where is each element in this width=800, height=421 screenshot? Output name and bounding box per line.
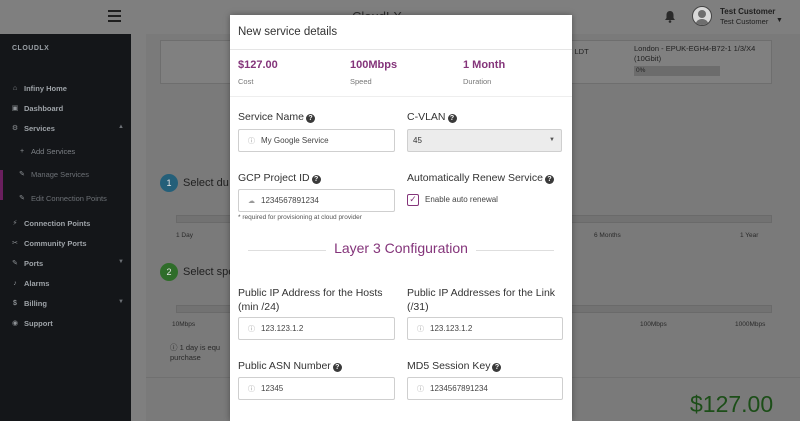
sidebar-item-edit-connection-points[interactable]: ✎ Edit Connection Points	[17, 191, 107, 205]
md5-key-input[interactable]: ⓘ 1234567891234	[407, 377, 563, 400]
cvlan-select[interactable]: 45 ▼	[407, 129, 562, 152]
sidebar-item-support[interactable]: ◉ Support	[10, 316, 53, 330]
speed-tick-mid: 100Mbps	[640, 321, 667, 328]
step-2-title: Select spe	[183, 266, 235, 278]
help-icon[interactable]: ?	[544, 175, 554, 184]
wrench-icon: ✎	[12, 260, 18, 267]
cost-value: $127.00	[238, 59, 278, 71]
public-asn-label: Public ASN Number?	[238, 359, 342, 373]
sidebar-item-infiny-home[interactable]: ⌂ Infiny Home	[10, 81, 67, 95]
speed-tick-min: 10Mbps	[172, 321, 196, 328]
sidebar-item-add-services[interactable]: + Add Services	[17, 144, 75, 158]
speed-label: Speed	[350, 77, 372, 86]
auto-renew-checkbox-label[interactable]: Enable auto renewal	[425, 195, 498, 204]
help-icon[interactable]: ?	[447, 114, 457, 123]
service-name-label: Service Name?	[238, 110, 315, 124]
speed-tick-max: 1000Mbps	[735, 321, 766, 328]
gcp-project-label: GCP Project ID?	[238, 171, 321, 185]
user-menu-chevron-icon[interactable]: ▼	[776, 17, 783, 24]
public-ip-hosts-input[interactable]: ⓘ 123.123.1.2	[238, 317, 395, 340]
sidebar-item-ports[interactable]: ✎ Ports	[10, 256, 43, 270]
user-account[interactable]: Test Customer	[720, 17, 768, 26]
dashboard-icon: ▣	[11, 105, 19, 112]
wrench-icon: ✎	[19, 195, 25, 202]
info-icon: ⓘ	[248, 385, 255, 393]
sidebar-item-services[interactable]: ⚙ Services	[10, 121, 55, 135]
user-name[interactable]: Test Customer	[720, 7, 775, 16]
info-icon: ⓘ	[417, 385, 424, 393]
gcp-project-input[interactable]: ☁ 1234567891234	[238, 189, 395, 212]
tools-icon: ✂	[12, 240, 18, 247]
public-ip-link-label: Public IP Addresses for the Link (/31)	[407, 287, 556, 313]
globe-icon: ◉	[11, 320, 19, 327]
home-icon: ⌂	[12, 84, 18, 92]
sidebar-item-alarms[interactable]: ♪ Alarms	[10, 276, 49, 290]
sidebar-item-billing[interactable]: $ Billing	[10, 296, 47, 310]
cogs-icon: ⚙	[11, 125, 19, 132]
info-icon: ⓘ	[417, 325, 424, 333]
plus-icon: +	[19, 147, 25, 155]
stats-divider	[230, 96, 572, 97]
help-icon[interactable]: ?	[305, 114, 315, 123]
cloud-icon: ☁	[248, 197, 255, 205]
sidebar-active-indicator	[0, 170, 3, 200]
step-2-badge: 2	[160, 263, 178, 281]
auto-renew-label: Automatically Renew Service?	[407, 171, 554, 185]
gcp-project-help: * required for provisioning at cloud pro…	[238, 214, 362, 221]
help-icon[interactable]: ?	[492, 363, 502, 372]
sidebar-item-dashboard[interactable]: ▣ Dashboard	[10, 101, 64, 115]
sidebar-item-community-ports[interactable]: ✂ Community Ports	[10, 236, 86, 250]
wrench-icon: ✎	[19, 171, 25, 178]
chevron-down-icon: ▼	[549, 137, 555, 143]
service-name-input[interactable]: ⓘ My Google Service	[238, 129, 395, 152]
duration-tick-max: 1 Year	[740, 232, 759, 239]
step-1-title: Select du	[183, 177, 229, 189]
duration-value: 1 Month	[463, 59, 506, 71]
layer3-section-title: Layer 3 Configuration	[334, 240, 468, 256]
speed-value: 100Mbps	[350, 59, 398, 71]
new-service-modal: New service details $127.00 Cost 100Mbps…	[230, 15, 572, 421]
sidebar-item-manage-services[interactable]: ✎ Manage Services	[17, 167, 89, 181]
help-icon[interactable]: ?	[332, 363, 342, 372]
cvlan-label: C-VLAN?	[407, 110, 457, 124]
services-chevron-up-icon[interactable]: ▲	[118, 124, 124, 130]
duration-label: Duration	[463, 77, 492, 86]
public-ip-link-input[interactable]: ⓘ 123.123.1.2	[407, 317, 563, 340]
info-icon: ⓘ	[248, 137, 255, 145]
usage-progress-bar: 0%	[634, 66, 720, 76]
dollar-icon: $	[13, 299, 17, 307]
section-divider-right	[476, 250, 554, 251]
ports-chevron-down-icon[interactable]: ▼	[118, 259, 124, 265]
duration-note: ⓘ 1 day is equ purchase	[170, 343, 221, 362]
md5-key-label: MD5 Session Key?	[407, 359, 502, 373]
info-icon: ⓘ	[248, 325, 255, 333]
cost-label: Cost	[238, 77, 254, 86]
auto-renew-checkbox[interactable]: ✓	[407, 194, 419, 206]
plug-icon: ⚡	[12, 220, 18, 227]
sidebar: CLOUDLX ⌂ Infiny Home ▣ Dashboard ⚙ Service…	[0, 34, 131, 421]
duration-tick-min: 1 Day	[176, 232, 193, 239]
notification-bell-icon[interactable]	[664, 10, 676, 23]
public-asn-input[interactable]: ⓘ 12345	[238, 377, 395, 400]
hamburger-menu-icon[interactable]	[108, 10, 121, 22]
billing-chevron-down-icon[interactable]: ▼	[118, 299, 124, 305]
modal-title: New service details	[238, 26, 338, 38]
table-cell-port: London - EPUK-EGH4-B72-1 1/3/X4 (10Gbit)	[634, 44, 756, 63]
help-icon[interactable]: ?	[311, 175, 321, 184]
sidebar-item-connection-points[interactable]: ⚡ Connection Points	[10, 216, 91, 230]
sidebar-brand: CLOUDLX	[12, 45, 50, 52]
user-avatar[interactable]	[692, 6, 712, 26]
step-1-badge: 1	[160, 174, 178, 192]
duration-tick-mid: 6 Months	[594, 232, 621, 239]
bell-icon: ♪	[13, 279, 17, 287]
total-price: $127.00	[690, 391, 774, 417]
public-ip-hosts-label: Public IP Address for the Hosts (min /24…	[238, 287, 383, 313]
modal-header-divider	[230, 49, 572, 50]
